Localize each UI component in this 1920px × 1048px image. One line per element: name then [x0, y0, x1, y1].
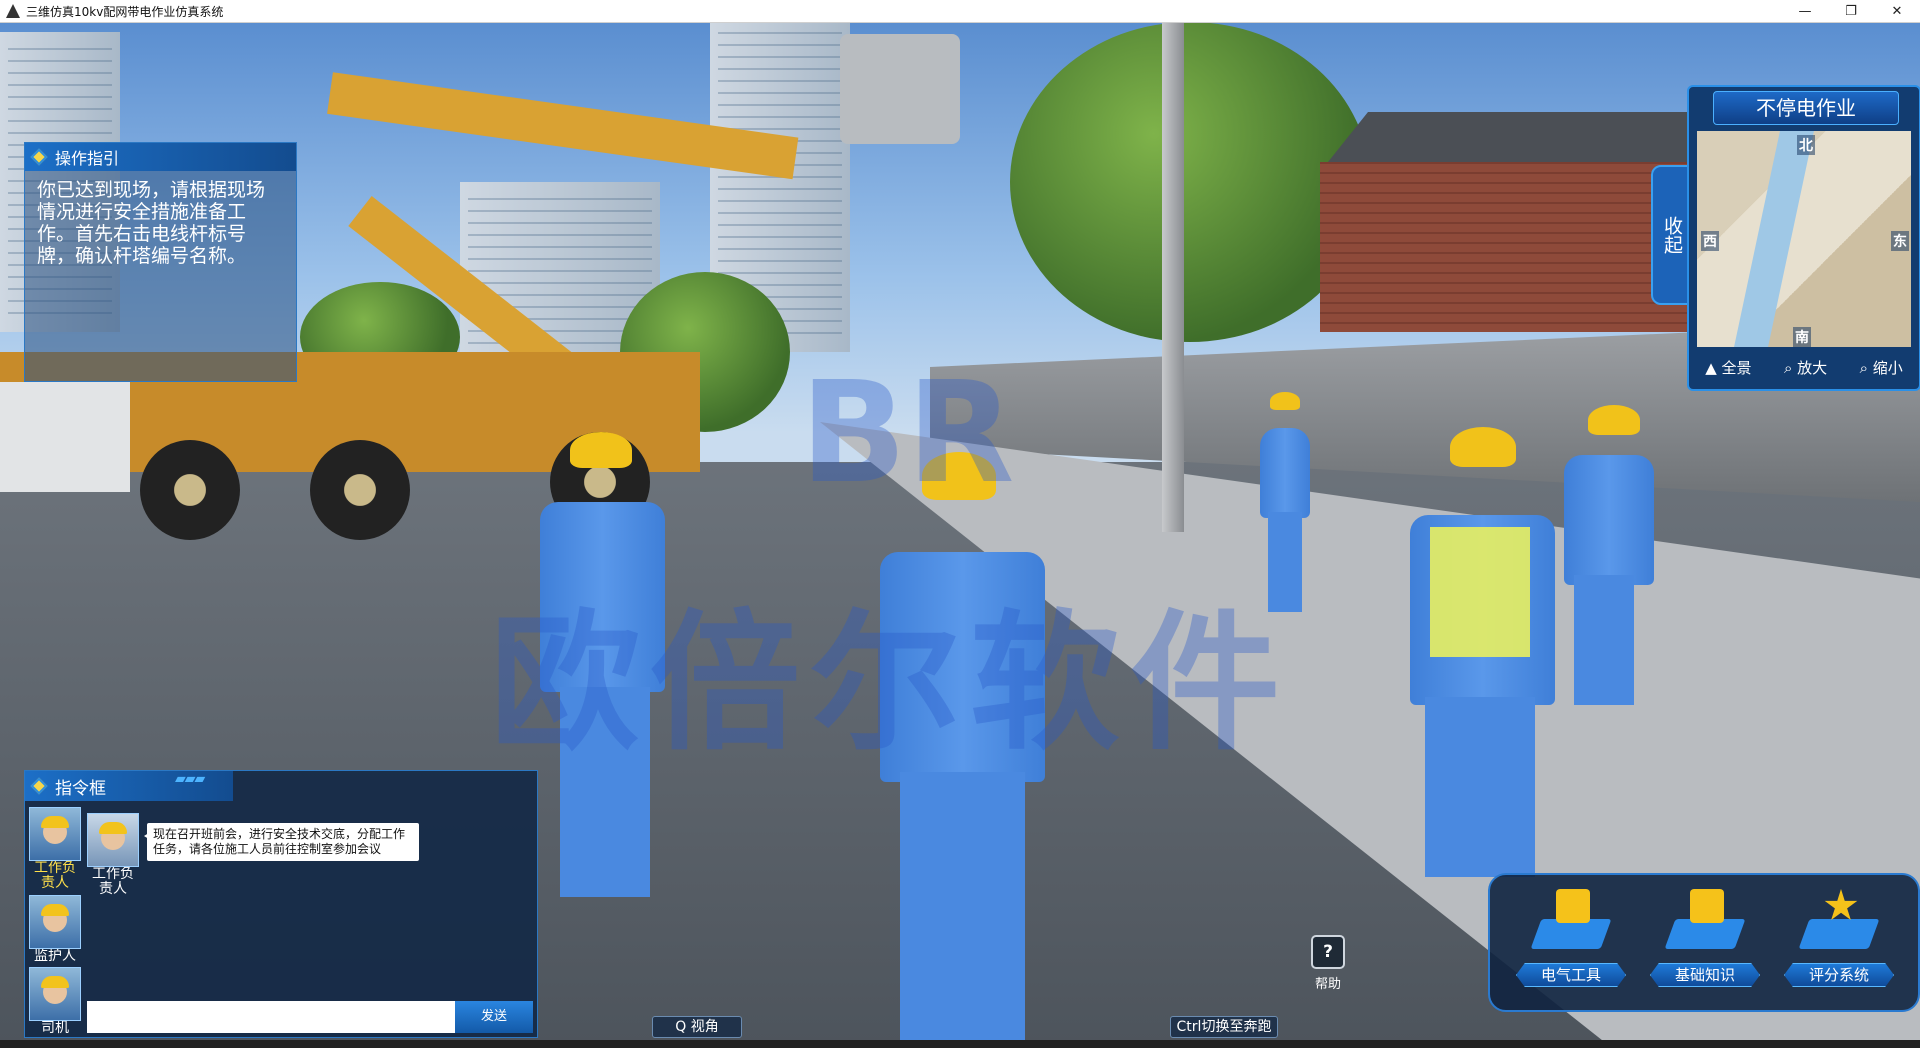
- zoom-in-button[interactable]: ⌕ 放大: [1784, 357, 1827, 378]
- diamond-icon: [30, 777, 48, 795]
- compass-south: 南: [1793, 327, 1811, 347]
- run-hint: Ctrl切换至奔跑: [1170, 1016, 1278, 1038]
- tool-dock: 电气工具 基础知识 评分系统: [1488, 873, 1920, 1012]
- help-button[interactable]: ? 帮助: [1308, 935, 1348, 995]
- truck-wheel: [140, 440, 240, 540]
- window-titlebar: 三维仿真10kv配网带电作业仿真系统 — ❐ ✕: [0, 0, 1920, 23]
- compass-east: 东: [1891, 231, 1909, 251]
- app-icon: [6, 4, 20, 18]
- guide-header: 操作指引: [25, 143, 296, 171]
- truck-cab: [0, 382, 130, 492]
- diamond-icon: [30, 148, 48, 166]
- role-label: 工作负责人: [34, 860, 76, 891]
- bottom-strip: [0, 1040, 1920, 1048]
- minimap-road: [1734, 131, 1814, 347]
- avatar: [29, 895, 81, 949]
- tool-label: 基础知识: [1650, 963, 1760, 987]
- maximize-button[interactable]: ❐: [1828, 0, 1874, 22]
- guide-text: 你已达到现场，请根据现场情况进行安全措施准备工作。首先右击电线杆标号牌，确认杆塔…: [37, 179, 266, 267]
- truck-wheel: [310, 440, 410, 540]
- command-panel: 指令框 ▰▰▰ 工作负责人 监护人 司机 工作负责人 现在召开班前会，进行安全技…: [24, 770, 538, 1038]
- bucket-platform: [840, 34, 960, 144]
- compass-north: 北: [1797, 135, 1815, 155]
- send-button[interactable]: 发送: [455, 1001, 533, 1033]
- scoring-system-button[interactable]: 评分系统: [1784, 889, 1894, 987]
- window-title: 三维仿真10kv配网带电作业仿真系统: [26, 4, 224, 19]
- overview-label: 全景: [1721, 359, 1752, 377]
- star-icon: [1798, 889, 1880, 949]
- role-label: 监护人: [34, 948, 76, 964]
- overview-button[interactable]: ▲ 全景: [1705, 357, 1751, 378]
- magnifier-icon: ⌕: [1859, 359, 1873, 377]
- speaker-label: 工作负责人: [92, 866, 134, 897]
- role-driver[interactable]: 司机: [29, 967, 81, 1036]
- tool-label: 电气工具: [1516, 963, 1626, 987]
- tree: [1010, 22, 1370, 342]
- mountain-icon: ▲: [1705, 359, 1722, 377]
- command-title: 指令框: [55, 778, 106, 799]
- avatar: [87, 813, 139, 867]
- minimap-title: 不停电作业: [1713, 91, 1899, 125]
- role-foreman[interactable]: 工作负责人: [29, 807, 81, 891]
- role-label: 司机: [41, 1020, 69, 1036]
- avatar: [29, 807, 81, 861]
- stripes-decoration: ▰▰▰: [175, 771, 205, 787]
- message-speaker: 工作负责人: [87, 813, 139, 897]
- basic-knowledge-button[interactable]: 基础知识: [1650, 889, 1760, 987]
- book-icon: [1664, 889, 1746, 949]
- help-icon: ?: [1311, 935, 1345, 969]
- guide-title: 操作指引: [55, 149, 120, 168]
- electrical-tools-button[interactable]: 电气工具: [1516, 889, 1626, 987]
- close-button[interactable]: ✕: [1874, 0, 1920, 22]
- operation-guide-panel: 操作指引 你已达到现场，请根据现场情况进行安全措施准备工作。首先右击电线杆标号牌…: [24, 142, 297, 382]
- view-hint: Q 视角: [652, 1016, 742, 1038]
- role-supervisor[interactable]: 监护人: [29, 895, 81, 964]
- minimap-map[interactable]: 北 西 东 南: [1697, 131, 1911, 347]
- command-input[interactable]: [87, 1001, 455, 1033]
- minimap-panel: 不停电作业 北 西 东 南 ▲ 全景 ⌕ 放大 ⌕ 缩小: [1687, 85, 1920, 391]
- tool-label: 评分系统: [1784, 963, 1894, 987]
- watermark-logo: BR: [800, 352, 1015, 515]
- compass-west: 西: [1701, 231, 1719, 251]
- watermark-text: 欧倍尔软件: [490, 597, 1291, 771]
- help-label: 帮助: [1314, 977, 1341, 992]
- zoom-out-button[interactable]: ⌕ 缩小: [1860, 357, 1903, 378]
- magnifier-icon: ⌕: [1783, 359, 1798, 377]
- minimize-button[interactable]: —: [1782, 0, 1828, 22]
- message-bubble: 现在召开班前会，进行安全技术交底，分配工作任务，请各位施工人员前往控制室参加会议: [144, 823, 419, 861]
- avatar: [29, 967, 81, 1021]
- utility-pole[interactable]: [1162, 22, 1184, 532]
- minimap-collapse-button[interactable]: 收起: [1651, 165, 1691, 305]
- toolbox-icon: [1530, 889, 1612, 949]
- zoom-out-label: 缩小: [1872, 359, 1903, 377]
- zoom-in-label: 放大: [1797, 359, 1828, 377]
